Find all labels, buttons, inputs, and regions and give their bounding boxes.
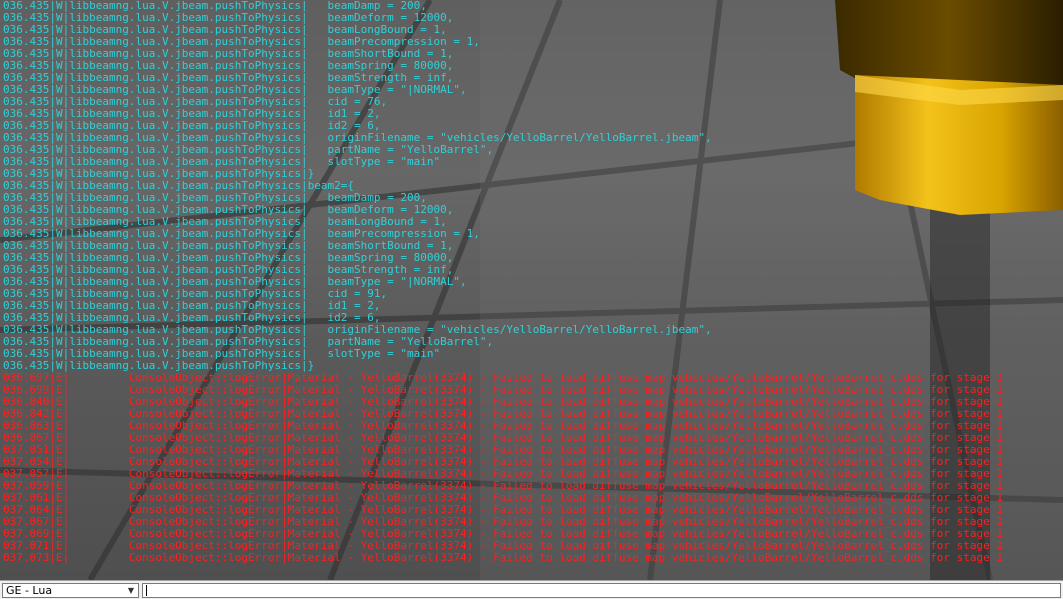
- console-input-bar: GE - Lua ▼: [0, 580, 1063, 599]
- console-line-error: 037.073|E| ConsoleObject::logError|Mater…: [3, 551, 1004, 564]
- console-log[interactable]: 036.435|W|libbeamng.lua.V.jbeam.pushToPh…: [0, 0, 1063, 580]
- text-caret: [146, 585, 147, 596]
- chevron-down-icon[interactable]: ▼: [126, 584, 136, 597]
- context-select-value: GE - Lua: [6, 584, 53, 597]
- command-input[interactable]: [142, 583, 1061, 598]
- context-select[interactable]: GE - Lua ▼: [2, 583, 139, 598]
